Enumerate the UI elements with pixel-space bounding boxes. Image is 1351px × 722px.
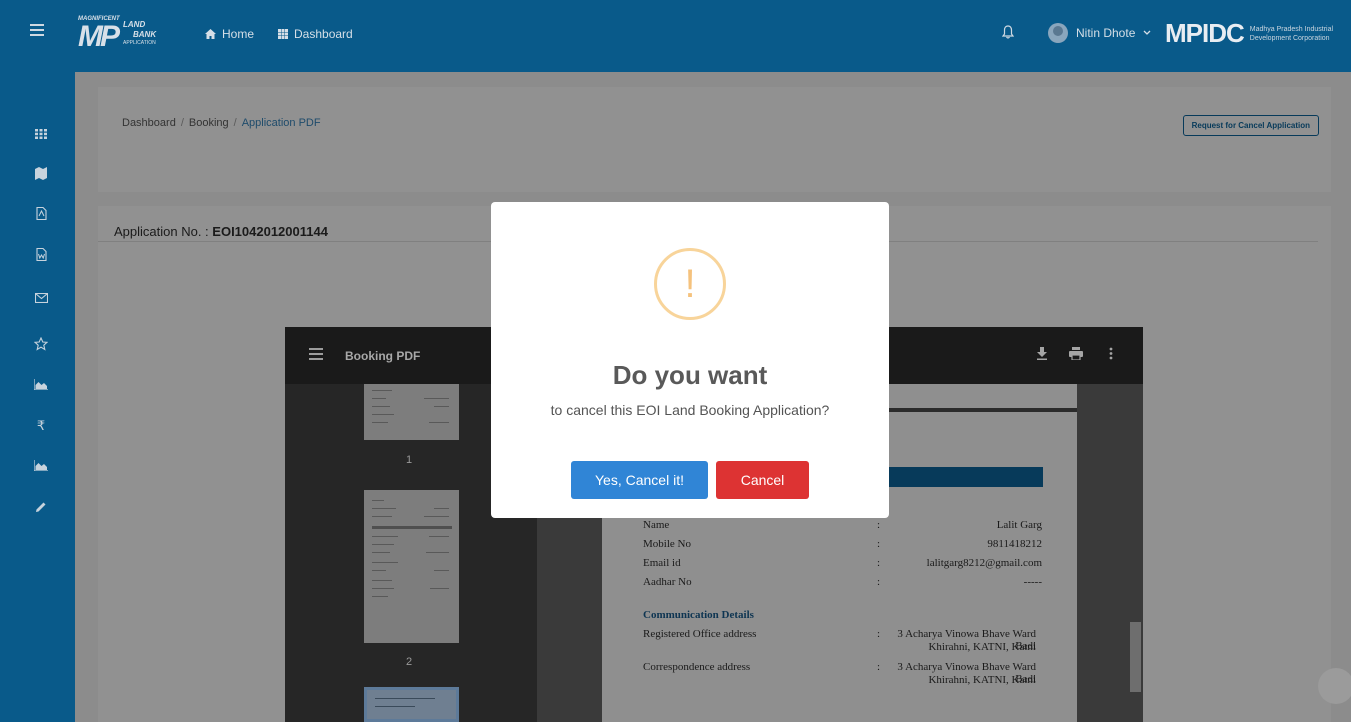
mpidc-logo: MPIDC Madhya Pradesh Industrial Developm… <box>1165 18 1340 49</box>
pdf-icon[interactable] <box>33 206 49 223</box>
warning-glyph: ! <box>684 262 696 306</box>
print-icon[interactable] <box>1069 347 1083 363</box>
breadcrumb-separator: / <box>233 117 237 129</box>
mpidc-logo-mark: MPIDC <box>1165 18 1245 48</box>
dashboard-icon[interactable] <box>33 127 49 143</box>
confirm-cancel-dialog: ! Do you want to cancel this EOI Land Bo… <box>491 202 889 518</box>
user-menu[interactable]: Nitin Dhote <box>1048 23 1151 43</box>
org-name-line2: Development Corporation <box>1249 34 1330 42</box>
logo-mp-text: MP <box>78 20 120 53</box>
org-name-line1: Madhya Pradesh Industrial <box>1249 25 1334 33</box>
logo-bank-text: BANK <box>133 30 157 39</box>
area-chart-icon[interactable] <box>33 459 49 475</box>
request-cancel-button[interactable]: Request for Cancel Application <box>1182 115 1319 136</box>
scroll-top-button[interactable] <box>1318 668 1351 704</box>
grid-icon <box>278 29 288 39</box>
field-label: Email id <box>643 557 681 569</box>
warning-icon: ! <box>654 248 726 320</box>
pdf-thumbnail-2[interactable] <box>364 490 459 643</box>
breadcrumb-separator: / <box>180 117 184 129</box>
pdf-thumbnail-number: 2 <box>406 656 413 668</box>
avatar <box>1048 23 1068 43</box>
field-value: Lalit Garg <box>996 519 1042 531</box>
pencil-icon[interactable] <box>33 501 49 517</box>
dismiss-button[interactable]: Cancel <box>716 461 809 499</box>
pdf-scrollbar[interactable] <box>1128 384 1143 722</box>
user-name: Nitin Dhote <box>1076 26 1136 40</box>
nav-home-link[interactable]: Home <box>205 27 254 41</box>
download-icon[interactable] <box>1036 347 1048 363</box>
address-line2: Khirahni, KATNI, Katni <box>928 641 1036 653</box>
pdf-thumbnail-3-selected[interactable] <box>364 687 459 722</box>
breadcrumb-card: Dashboard / Booking / Application PDF Re… <box>98 87 1331 192</box>
breadcrumb-application-pdf: Application PDF <box>241 117 321 129</box>
org-name: Madhya Pradesh Industrial Development Co… <box>1250 25 1340 43</box>
breadcrumb-dashboard[interactable]: Dashboard <box>122 117 176 129</box>
land-bank-logo[interactable]: MAGNIFICENT MP LAND BANK APPLICATION <box>78 14 188 53</box>
sidebar: ₹ <box>0 72 75 722</box>
menu-toggle-icon[interactable] <box>30 24 44 36</box>
word-icon[interactable] <box>33 247 49 264</box>
dialog-title: Do you want <box>612 360 768 390</box>
field-value: lalitgarg8212@gmail.com <box>926 557 1042 569</box>
top-navbar: MAGNIFICENT MP LAND BANK APPLICATION Hom… <box>0 0 1351 72</box>
pdf-scrollbar-thumb[interactable] <box>1130 622 1141 692</box>
address-line2: Khirahni, KATNI, Katni <box>928 674 1036 686</box>
confirm-cancel-button[interactable]: Yes, Cancel it! <box>571 461 708 499</box>
field-label: Aadhar No <box>643 576 692 588</box>
breadcrumb: Dashboard / Booking / Application PDF <box>122 117 321 129</box>
field-label: Mobile No <box>643 538 691 550</box>
area-chart-icon[interactable] <box>33 378 49 394</box>
star-icon[interactable] <box>33 336 49 353</box>
field-value: 9811418212 <box>987 538 1042 550</box>
logo-application-text: APPLICATION <box>123 40 156 46</box>
nav-dashboard-label: Dashboard <box>294 27 353 41</box>
breadcrumb-booking[interactable]: Booking <box>189 117 229 129</box>
nav-dashboard-link[interactable]: Dashboard <box>278 27 353 41</box>
chevron-down-icon <box>1143 30 1151 35</box>
application-number-value: EOI1042012001144 <box>212 224 328 239</box>
application-number-label: Application No. : <box>114 224 213 239</box>
application-number: Application No. : EOI1042012001144 <box>114 224 328 239</box>
home-icon <box>205 29 216 39</box>
logo-land-text: LAND <box>123 20 146 29</box>
section-title: Communication Details <box>643 609 754 621</box>
address-label: Registered Office address <box>643 628 757 640</box>
rupee-icon[interactable]: ₹ <box>33 418 49 434</box>
bell-icon[interactable] <box>1001 25 1015 42</box>
dialog-text: to cancel this EOI Land Booking Applicat… <box>550 402 830 418</box>
pdf-menu-icon[interactable] <box>309 348 323 363</box>
address-label: Correspondence address <box>643 661 751 673</box>
field-value: ----- <box>1023 576 1042 588</box>
mail-icon[interactable] <box>33 291 49 307</box>
map-icon[interactable] <box>33 167 49 183</box>
pdf-thumbnail-number: 1 <box>406 454 413 466</box>
pdf-title: Booking PDF <box>345 349 421 363</box>
field-label: Name <box>643 519 670 531</box>
more-vertical-icon[interactable] <box>1109 347 1113 363</box>
pdf-thumbnail-1[interactable] <box>364 384 459 440</box>
nav-home-label: Home <box>222 27 255 41</box>
